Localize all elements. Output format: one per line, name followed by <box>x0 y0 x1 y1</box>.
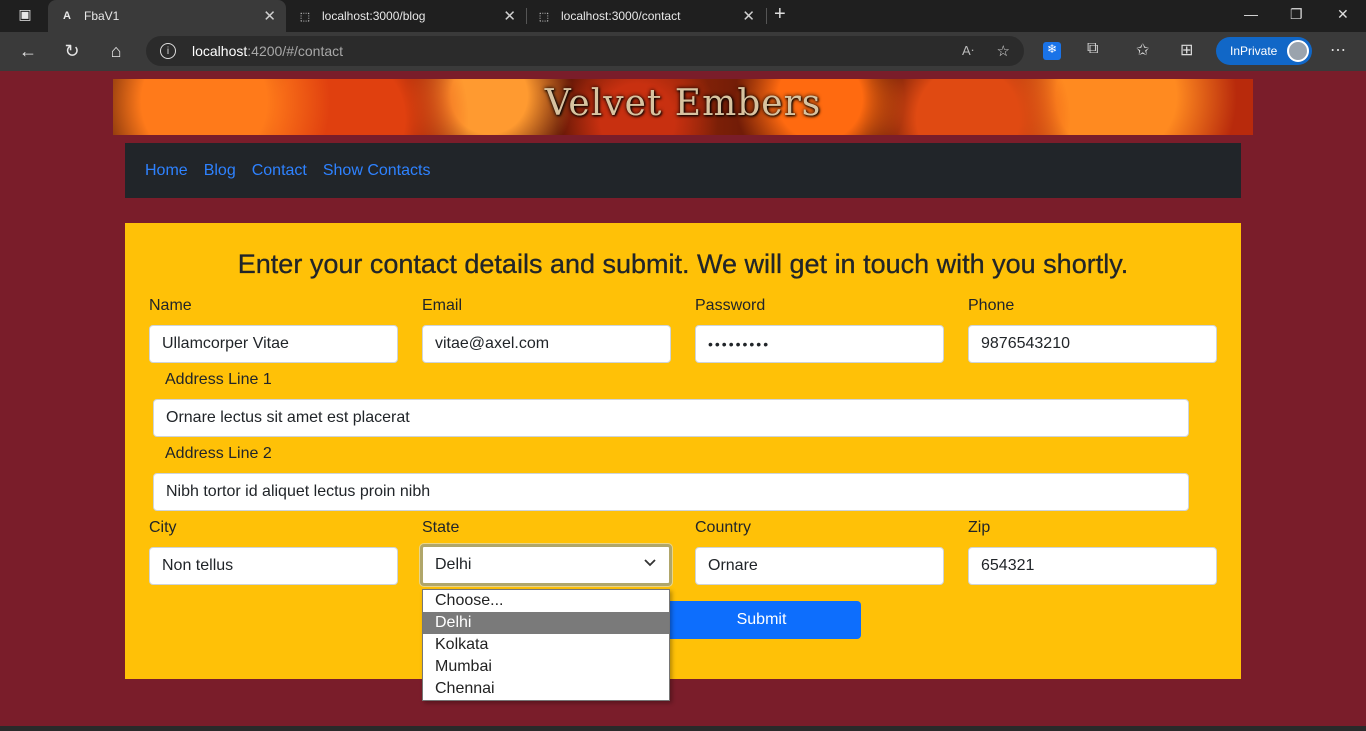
nav-blog[interactable]: Blog <box>204 162 236 180</box>
phone-label: Phone <box>968 297 1015 314</box>
address2-input[interactable]: Nibh tortor id aliquet lectus proin nibh <box>153 473 1189 511</box>
close-tab-icon[interactable]: ✕ <box>503 7 516 25</box>
nav-contact[interactable]: Contact <box>252 162 307 180</box>
favorite-star-icon[interactable]: ☆ <box>997 42 1010 60</box>
tab-divider <box>766 8 767 24</box>
favorites-icon[interactable]: ✩ <box>1136 40 1149 60</box>
avatar <box>1287 40 1309 62</box>
country-input[interactable]: Ornare <box>695 547 944 585</box>
read-aloud-icon[interactable]: Aᐧ <box>962 43 974 59</box>
inprivate-label: InPrivate <box>1230 44 1278 58</box>
tab-actions-icon[interactable]: ▣ <box>14 6 36 23</box>
close-window-icon[interactable]: ✕ <box>1337 6 1349 23</box>
page-icon: ⬚ <box>538 10 550 23</box>
home-icon[interactable]: ⌂ <box>105 41 127 62</box>
address-bar[interactable]: i localhost:4200/#/contact Aᐧ ☆ <box>146 36 1024 66</box>
country-label: Country <box>695 519 752 536</box>
name-input[interactable]: Ullamcorper Vitae <box>149 325 398 363</box>
zip-input[interactable]: 654321 <box>968 547 1217 585</box>
state-dropdown-list: Choose... Delhi Kolkata Mumbai Chennai <box>422 589 670 701</box>
url-host: localhost <box>192 43 248 59</box>
password-label: Password <box>695 297 766 314</box>
email-label: Email <box>422 297 463 314</box>
name-label: Name <box>149 297 192 314</box>
state-select[interactable]: Delhi <box>420 544 672 586</box>
address1-label: Address Line 1 <box>165 371 272 388</box>
extensions-puzzle-icon[interactable]: ⧉ <box>1087 40 1098 58</box>
tab-blog[interactable]: ⬚ localhost:3000/blog ✕ <box>288 0 526 32</box>
zip-label: Zip <box>968 519 991 536</box>
state-option-kolkata[interactable]: Kolkata <box>423 634 669 656</box>
browser-toolbar: ← ↻ ⌂ i localhost:4200/#/contact Aᐧ ☆ ❄ … <box>0 32 1366 71</box>
taskbar-edge <box>0 726 1366 731</box>
site-navbar: Home Blog Contact Show Contacts <box>125 143 1241 198</box>
phone-input[interactable]: 9876543210 <box>968 325 1217 363</box>
more-menu-icon[interactable]: ⋯ <box>1330 40 1346 60</box>
email-input[interactable]: vitae@axel.com <box>422 325 671 363</box>
angular-logo-icon: A <box>63 10 71 22</box>
form-heading: Enter your contact details and submit. W… <box>237 249 1129 279</box>
refresh-icon[interactable]: ↻ <box>61 41 83 62</box>
site-banner: Velvet Embers <box>113 79 1253 135</box>
state-label: State <box>422 519 460 536</box>
new-tab-icon[interactable]: + <box>774 3 786 26</box>
tab-contact[interactable]: ⬚ localhost:3000/contact ✕ <box>527 0 765 32</box>
address2-label: Address Line 2 <box>165 445 272 462</box>
state-option-chennai[interactable]: Chennai <box>423 678 669 700</box>
contact-form-card: Enter your contact details and submit. W… <box>125 223 1241 679</box>
tab-title: FbaV1 <box>84 9 120 23</box>
address1-input[interactable]: Ornare lectus sit amet est placerat <box>153 399 1189 437</box>
chevron-down-icon <box>643 556 657 573</box>
state-option-choose[interactable]: Choose... <box>423 590 669 612</box>
site-title: Velvet Embers <box>544 83 822 124</box>
extension-icon[interactable]: ❄ <box>1043 42 1061 60</box>
nav-show-contacts[interactable]: Show Contacts <box>323 162 431 180</box>
tab-title: localhost:3000/blog <box>322 9 426 23</box>
collections-icon[interactable]: ⊞ <box>1180 40 1193 60</box>
tab-fbav1[interactable]: A FbaV1 ✕ <box>48 0 286 32</box>
state-option-mumbai[interactable]: Mumbai <box>423 656 669 678</box>
page-icon: ⬚ <box>299 10 311 23</box>
nav-home[interactable]: Home <box>145 162 188 180</box>
tab-title: localhost:3000/contact <box>561 9 681 23</box>
password-input[interactable]: ••••••••• <box>695 325 944 363</box>
restore-icon[interactable]: ❐ <box>1290 6 1303 23</box>
url-path: :4200/#/contact <box>247 43 344 59</box>
inprivate-badge[interactable]: InPrivate <box>1216 37 1312 65</box>
minimize-icon[interactable]: — <box>1244 6 1258 22</box>
submit-button[interactable]: Submit <box>662 601 861 639</box>
close-tab-icon[interactable]: ✕ <box>263 7 276 25</box>
state-option-delhi[interactable]: Delhi <box>423 612 669 634</box>
city-label: City <box>149 519 177 536</box>
close-tab-icon[interactable]: ✕ <box>742 7 755 25</box>
browser-tab-bar: ▣ A FbaV1 ✕ ⬚ localhost:3000/blog ✕ ⬚ lo… <box>0 0 1366 32</box>
back-icon[interactable]: ← <box>17 41 39 62</box>
city-input[interactable]: Non tellus <box>149 547 398 585</box>
state-selected-value: Delhi <box>435 556 472 573</box>
info-icon[interactable]: i <box>160 43 176 59</box>
